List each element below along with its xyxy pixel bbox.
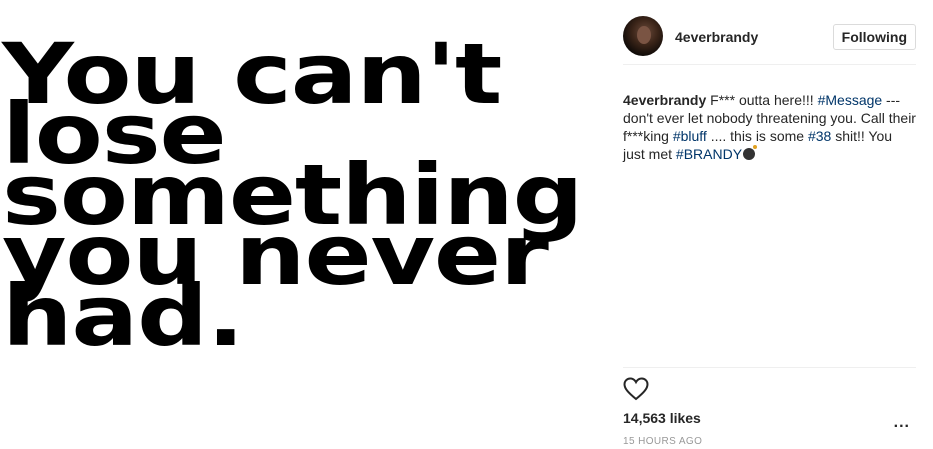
likes-count[interactable]: 14,563 likes [623, 410, 701, 426]
post-image-text: You can't lose something you never had. [2, 32, 584, 359]
avatar-face [637, 26, 651, 44]
caption-username-link[interactable]: 4everbrandy [623, 92, 706, 108]
hashtag-link[interactable]: #BRANDY [676, 146, 742, 162]
more-options-icon[interactable]: ... [894, 414, 910, 432]
divider [623, 367, 916, 368]
post-timestamp[interactable]: 15 HOURS AGO [623, 436, 702, 447]
heart-icon[interactable] [623, 377, 649, 401]
bomb-icon [743, 145, 758, 160]
caption-text: .... this is some [706, 128, 808, 144]
hashtag-link[interactable]: #Message [818, 92, 883, 108]
username-link[interactable]: 4everbrandy [675, 29, 758, 45]
post-caption: 4everbrandy F*** outta here!!! #Message … [623, 91, 916, 163]
post-header: 4everbrandy Following [623, 12, 916, 65]
avatar[interactable] [623, 16, 663, 56]
following-button[interactable]: Following [832, 24, 916, 50]
hashtag-link[interactable]: #38 [808, 128, 831, 144]
post-panel: 4everbrandy Following 4everbrandy F*** o… [606, 0, 933, 449]
hashtag-link[interactable]: #bluff [673, 128, 707, 144]
post-image: You can't lose something you never had. [0, 0, 605, 449]
caption-text: F*** outta here!!! [706, 92, 818, 108]
